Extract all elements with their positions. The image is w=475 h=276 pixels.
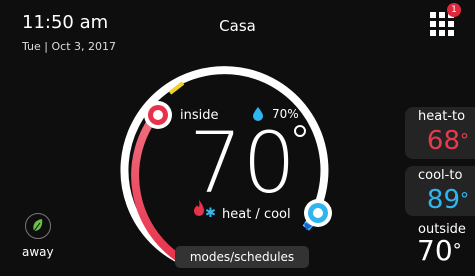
modes-schedules-button[interactable]: modes/schedules (175, 246, 309, 268)
heat-arc (131, 110, 188, 266)
heat-to-label: heat-to (418, 109, 466, 124)
heat-to-value: 68° (426, 126, 469, 156)
cool-to-label: cool-to (418, 168, 463, 183)
system-mode-label[interactable]: heat / cool (222, 207, 291, 222)
cool-to-value: 89° (426, 185, 469, 215)
outside-temperature: 70° (417, 234, 462, 267)
snowflake-icon: ✱ (205, 206, 216, 221)
cool-setpoint-panel[interactable]: cool-to 89° (405, 166, 475, 216)
heat-setpoint-handle (144, 101, 172, 129)
away-button[interactable]: away (20, 213, 56, 263)
flame-icon (194, 200, 204, 216)
heat-setpoint-panel[interactable]: heat-to 68° (405, 107, 475, 159)
cool-setpoint-handle (304, 199, 332, 230)
away-label: away (22, 245, 54, 259)
leaf-icon (25, 213, 51, 239)
current-temperature: 70 (189, 114, 296, 212)
